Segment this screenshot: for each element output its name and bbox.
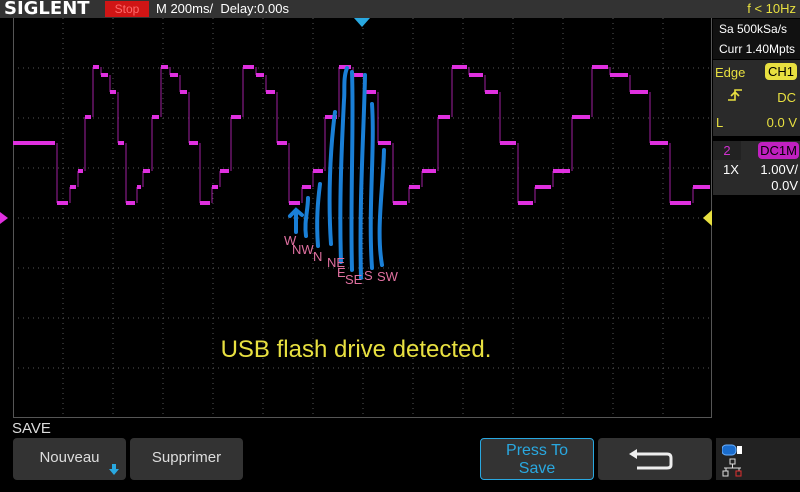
trace-step <box>572 115 590 119</box>
trace-step <box>101 73 108 77</box>
trace-step <box>650 141 668 145</box>
trace-step <box>170 73 178 77</box>
trace-step <box>313 169 323 173</box>
trace-step <box>378 141 391 145</box>
arrow-down-icon <box>109 452 119 492</box>
annotation-s: S <box>364 268 373 283</box>
annotation-nw: NW <box>292 242 314 257</box>
trace-step <box>57 201 68 205</box>
trace-step <box>70 185 76 189</box>
trace-step <box>670 201 691 205</box>
trace-step <box>518 201 533 205</box>
new-button[interactable]: Nouveau <box>13 438 126 480</box>
delete-button[interactable]: Supprimer <box>130 438 243 480</box>
network-icon <box>722 458 744 483</box>
trace-step <box>535 185 551 189</box>
trace-step <box>180 90 187 94</box>
trigger-level-label: L <box>716 115 724 130</box>
trace-step <box>110 90 116 94</box>
trace-step <box>500 141 516 145</box>
trace-step <box>13 141 55 145</box>
trigger-coupling: DC <box>777 90 796 105</box>
trace-step <box>469 73 483 77</box>
back-button[interactable] <box>598 438 712 480</box>
trace-step <box>200 201 210 205</box>
trace-step <box>152 115 159 119</box>
trace-step <box>161 65 168 69</box>
trace-step <box>610 73 628 77</box>
trace-step <box>189 141 198 145</box>
trigger-level-marker <box>703 210 712 226</box>
trace-step <box>277 141 287 145</box>
trace-step <box>85 115 91 119</box>
sample-rate: Sa 500kSa/s <box>719 22 788 36</box>
trace-step <box>118 141 124 145</box>
trace-step <box>409 185 420 189</box>
ink-stroke <box>368 102 375 270</box>
trigger-source: CH1 <box>764 63 797 80</box>
trace-step <box>289 201 300 205</box>
annotation-n: N <box>313 249 323 264</box>
trigger-type: Edge <box>715 65 746 80</box>
status-message: USB flash drive detected. <box>220 336 492 363</box>
trace-step <box>438 115 450 119</box>
ink-stroke <box>349 70 355 272</box>
trace-step <box>553 169 570 173</box>
trace-step <box>485 90 498 94</box>
trace-step <box>266 90 275 94</box>
probe-attenuation: 1X <box>723 162 739 177</box>
new-label: Nouveau <box>39 449 100 466</box>
trace-step <box>365 90 376 94</box>
channel-number: 2 <box>713 141 741 160</box>
rising-edge-icon <box>727 85 743 113</box>
ch2-offset-marker <box>0 212 8 224</box>
memory-depth: Curr 1.40Mpts <box>719 42 796 56</box>
menu-title: SAVE <box>12 420 51 437</box>
annotation-sw: SW <box>377 269 398 284</box>
trace-step <box>137 185 141 189</box>
trace-step <box>243 65 254 69</box>
trace-step <box>256 73 264 77</box>
trace-step <box>78 169 83 173</box>
ink-stroke <box>377 148 386 267</box>
vertical-scale: 1.00V/ <box>760 162 798 177</box>
ink-stroke <box>315 182 322 248</box>
arrow-stroke <box>288 207 304 234</box>
trace-step <box>302 185 311 189</box>
trace-step <box>630 90 648 94</box>
trace-step <box>220 169 229 173</box>
delete-label: Supprimer <box>151 449 222 466</box>
trigger-panel[interactable]: Edge CH1 DC L 0.0 V <box>713 60 800 136</box>
trace-step <box>452 65 467 69</box>
return-arrow-icon <box>625 449 685 484</box>
channel2-panel[interactable]: 2 DC1M 1X 1.00V/ 0.0V <box>713 141 800 195</box>
save-label-line2: Save <box>518 460 556 477</box>
vertical-offset: 0.0V <box>771 178 798 193</box>
status-icons <box>716 438 800 480</box>
trace-step <box>126 201 135 205</box>
ink-stroke <box>338 66 349 264</box>
trace-step <box>693 185 710 189</box>
trace-step <box>231 115 241 119</box>
trace-step <box>393 201 407 205</box>
ink-stroke <box>358 73 367 280</box>
channel-coupling: DC1M <box>758 142 799 159</box>
trigger-level: 0.0 V <box>766 115 797 130</box>
trace-step <box>592 65 608 69</box>
annotation-se: SE <box>345 272 363 287</box>
trace-step <box>212 185 218 189</box>
ink-stroke <box>303 196 310 238</box>
acquisition-panel: Sa 500kSa/s Curr 1.40Mpts <box>713 19 800 59</box>
trigger-position-marker <box>354 18 370 27</box>
trace-step <box>143 169 150 173</box>
waveform-canvas <box>0 18 712 418</box>
trace-step <box>93 65 99 69</box>
trace-step <box>353 73 363 77</box>
save-label-line1: Press To <box>506 442 568 459</box>
ink-stroke <box>327 110 337 246</box>
trace-step <box>422 169 436 173</box>
press-to-save-button[interactable]: Press To Save <box>480 438 594 480</box>
